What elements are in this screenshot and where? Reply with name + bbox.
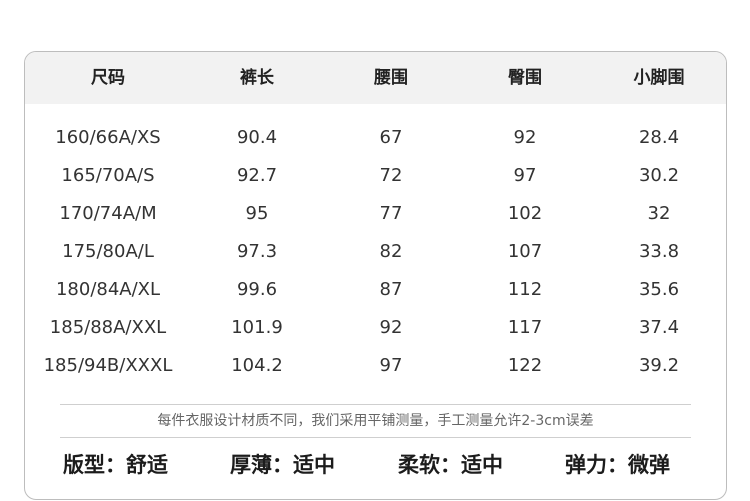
attribute-value: 微弹 bbox=[628, 453, 670, 477]
note-bottom-divider bbox=[60, 437, 691, 438]
cell-ankle: 33.8 bbox=[638, 241, 680, 262]
cell-size: 185/88A/XXL bbox=[49, 317, 167, 338]
header-size: 尺码 bbox=[91, 68, 125, 88]
header-ankle: 小脚围 bbox=[633, 68, 685, 88]
attribute-thickness: 厚薄：适中 bbox=[230, 447, 335, 483]
attribute-softness: 柔软：适中 bbox=[398, 447, 503, 483]
attribute-label: 柔软： bbox=[398, 453, 461, 477]
size-chart-card: 尺码 裤长 腰围 臀围 小脚围 160/66A/XS 90.4 67 92 28… bbox=[24, 51, 727, 500]
table-row: 180/84A/XL 99.6 87 112 35.6 bbox=[25, 271, 726, 309]
cell-ankle: 35.6 bbox=[638, 279, 680, 300]
cell-size: 180/84A/XL bbox=[55, 279, 161, 300]
measurement-note: 每件衣服设计材质不同，我们采用平铺测量，手工测量允许2-3cm误差 bbox=[157, 413, 594, 429]
table-row: 175/80A/L 97.3 82 107 33.8 bbox=[25, 233, 726, 271]
cell-size: 170/74A/M bbox=[59, 203, 157, 224]
attribute-label: 厚薄： bbox=[230, 453, 293, 477]
header-hip: 臀围 bbox=[508, 68, 542, 88]
header-pants-length: 裤长 bbox=[240, 68, 274, 88]
attribute-label: 弹力： bbox=[565, 453, 628, 477]
table-row: 185/94B/XXXL 104.2 97 122 39.2 bbox=[25, 347, 726, 385]
table-row: 185/88A/XXL 101.9 92 117 37.4 bbox=[25, 309, 726, 347]
table-row: 165/70A/S 92.7 72 97 30.2 bbox=[25, 157, 726, 195]
attribute-label: 版型： bbox=[63, 453, 126, 477]
cell-ankle: 37.4 bbox=[638, 317, 680, 338]
cell-size: 175/80A/L bbox=[62, 241, 154, 262]
note-top-divider bbox=[60, 404, 691, 405]
attribute-value: 舒适 bbox=[126, 453, 168, 477]
attribute-value: 适中 bbox=[461, 453, 503, 477]
cell-ankle: 30.2 bbox=[638, 165, 680, 186]
cell-size: 185/94B/XXXL bbox=[43, 355, 173, 376]
attribute-elasticity: 弹力：微弹 bbox=[565, 447, 670, 483]
cell-ankle: 32 bbox=[647, 203, 671, 224]
attribute-value: 适中 bbox=[293, 453, 335, 477]
table-row: 170/74A/M 95 77 102 32 bbox=[25, 195, 726, 233]
cell-ankle: 28.4 bbox=[638, 127, 680, 148]
table-header: 尺码 裤长 腰围 臀围 小脚围 bbox=[25, 52, 726, 104]
cell-ankle: 39.2 bbox=[638, 355, 680, 376]
table-row: 160/66A/XS 90.4 67 92 28.4 bbox=[25, 119, 726, 157]
attribute-fit: 版型：舒适 bbox=[63, 447, 168, 483]
cell-size: 160/66A/XS bbox=[55, 127, 161, 148]
header-waist: 腰围 bbox=[374, 68, 408, 88]
cell-size: 165/70A/S bbox=[61, 165, 155, 186]
